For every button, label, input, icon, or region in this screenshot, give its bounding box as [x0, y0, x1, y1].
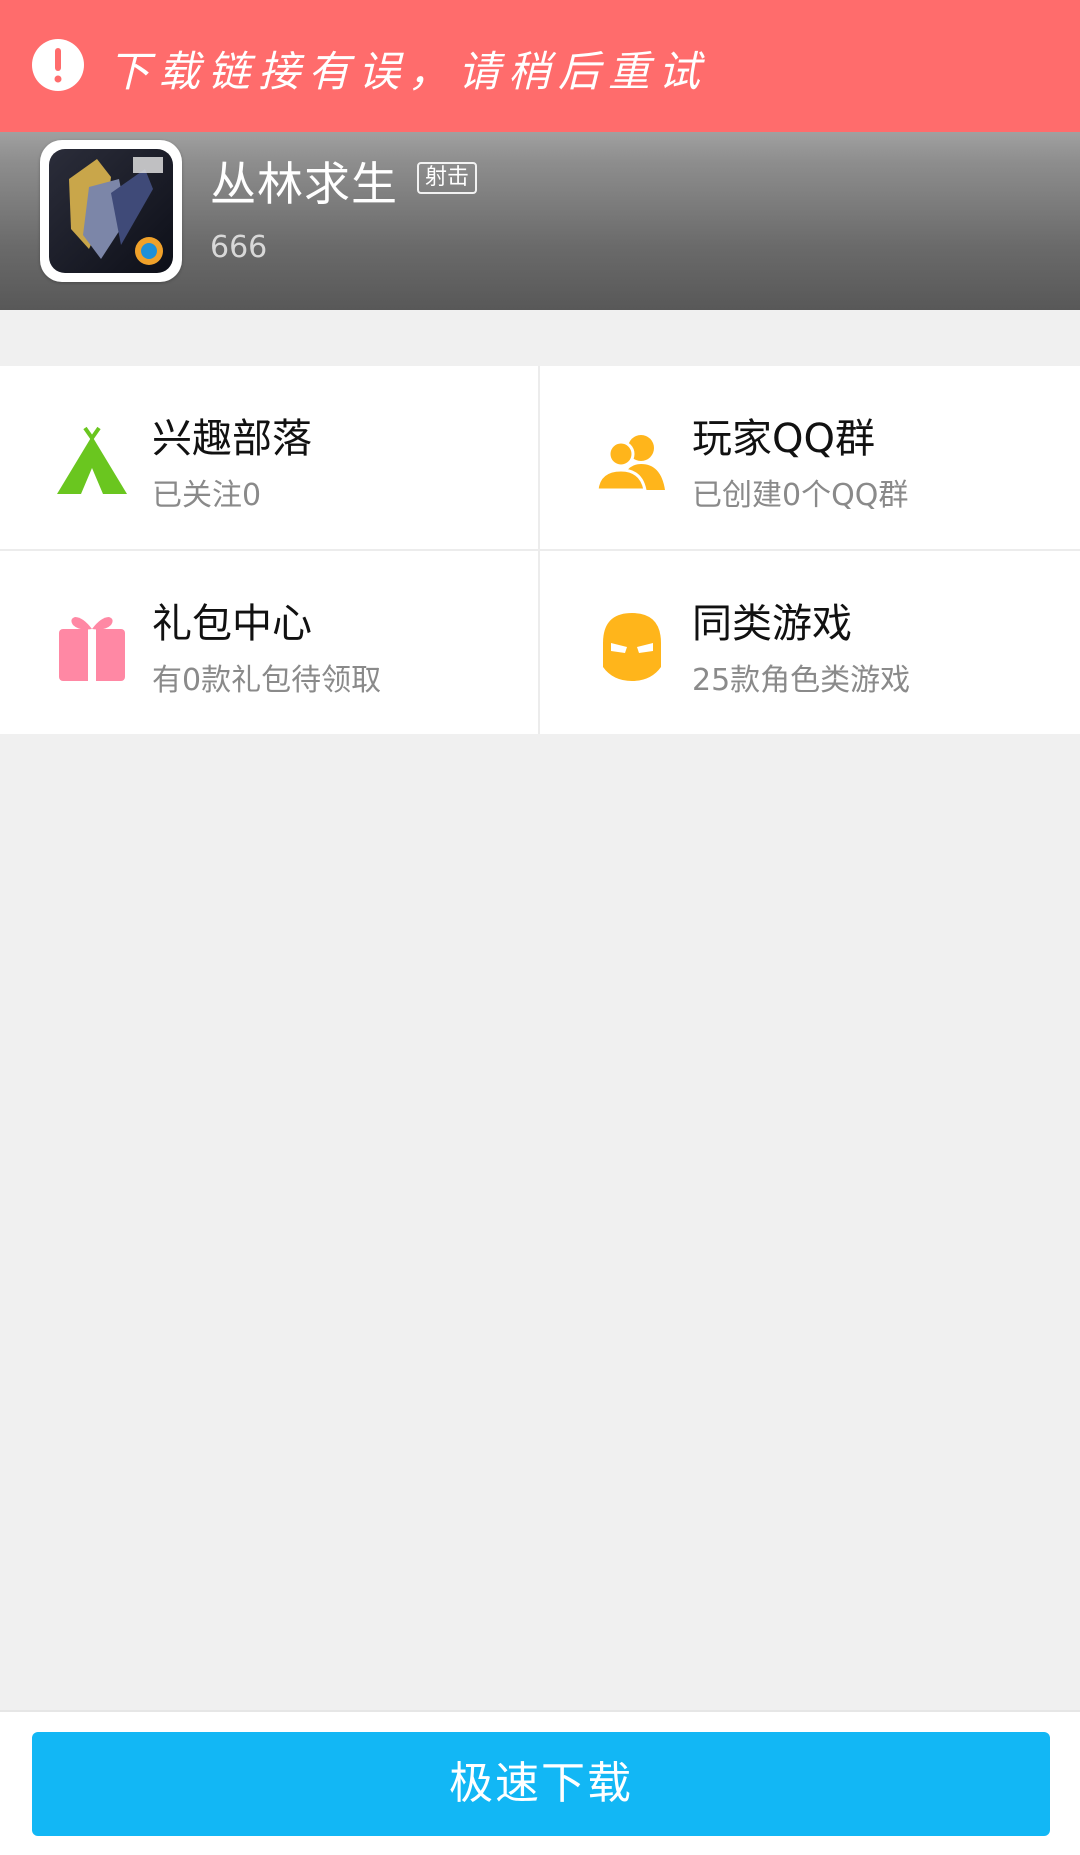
game-detail-page: 丛林求生 射击 666 下载链接有误，请稍后重试 兴趣部落 已关注0 玩家QQ群…: [0, 0, 1080, 1855]
mask-icon: [603, 613, 661, 681]
tribe-cell[interactable]: 兴趣部落 已关注0: [0, 366, 538, 549]
cell-desc: 已关注0: [152, 478, 262, 513]
cell-title: 礼包中心: [152, 601, 312, 647]
feature-grid: 兴趣部落 已关注0 玩家QQ群 已创建0个QQ群 礼包中心 有0款礼包待领取 同…: [0, 366, 1080, 734]
game-artwork-icon: [49, 149, 173, 273]
cell-desc: 有0款礼包待领取: [152, 663, 382, 698]
error-message: 下载链接有误，请稍后重试: [108, 47, 709, 96]
group-icon: [595, 435, 665, 492]
error-banner: 下载链接有误，请稍后重试: [0, 0, 1080, 132]
qq-group-cell[interactable]: 玩家QQ群 已创建0个QQ群: [540, 366, 1078, 549]
genre-tag: 射击: [417, 162, 478, 194]
tent-icon: [57, 426, 127, 494]
cell-title: 兴趣部落: [152, 416, 312, 462]
alert-icon: [32, 39, 84, 91]
game-subtitle: 666: [210, 230, 268, 265]
cell-desc: 已创建0个QQ群: [692, 478, 909, 513]
similar-games-cell[interactable]: 同类游戏 25款角色类游戏: [540, 551, 1078, 734]
cell-title: 同类游戏: [692, 601, 852, 647]
cell-desc: 25款角色类游戏: [692, 663, 911, 698]
game-app-icon[interactable]: [40, 140, 182, 282]
gift-icon: [59, 617, 125, 681]
cell-title: 玩家QQ群: [692, 416, 875, 462]
gift-cell[interactable]: 礼包中心 有0款礼包待领取: [0, 551, 538, 734]
fast-download-button[interactable]: 极速下载: [32, 1732, 1050, 1836]
bottom-bar: 极速下载: [0, 1710, 1080, 1855]
game-title: 丛林求生: [210, 157, 398, 211]
